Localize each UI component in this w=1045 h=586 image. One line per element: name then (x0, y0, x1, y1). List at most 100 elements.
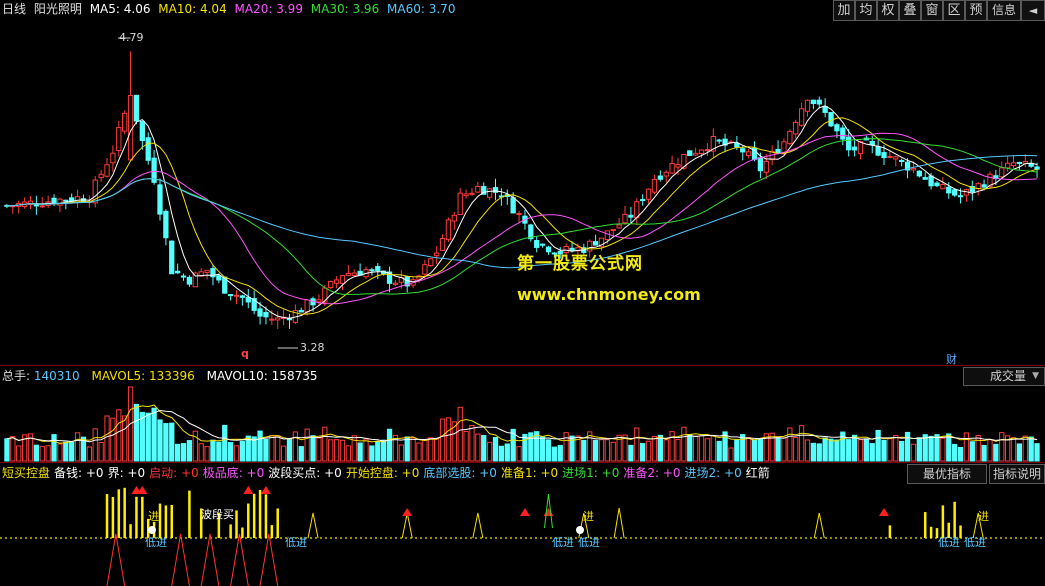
volume-bar (934, 434, 940, 462)
candle-body (869, 140, 875, 146)
volume-panel[interactable]: 总手: 140310 MAVOL5: 133396 MAVOL10: 15873… (0, 367, 1045, 463)
event-marker-q[interactable]: q (241, 347, 249, 360)
volume-bar (133, 403, 140, 462)
volume-bar (192, 430, 198, 462)
candle-body (763, 160, 769, 173)
signal-dijin-label: 低进 (964, 536, 986, 549)
forecast-button[interactable]: 预 (965, 0, 987, 21)
add-indicator-button[interactable]: 加 (833, 0, 855, 21)
volume-bar (863, 438, 869, 462)
red-arrow-icon (243, 486, 254, 494)
signal-jin-label: 进 (148, 510, 159, 523)
pink-wave-line (106, 533, 126, 586)
candle-body (651, 179, 658, 193)
best-indicator-button[interactable]: 最优指标 (907, 464, 987, 484)
volume-bar (645, 440, 652, 462)
candle-body (110, 152, 116, 164)
info-button[interactable]: 信息 (987, 0, 1021, 21)
volume-bar (151, 407, 157, 462)
indicator-help-button[interactable]: 指标说明 (989, 464, 1045, 484)
candle-body (33, 203, 40, 207)
candle-body (98, 173, 104, 179)
candle-body (857, 141, 864, 155)
candle-body (828, 112, 834, 127)
range-button[interactable]: 区 (943, 0, 965, 21)
candle-body (57, 198, 63, 206)
overlay-button[interactable]: 叠 (899, 0, 921, 21)
candle-body (51, 197, 57, 205)
volume-bar (316, 437, 322, 462)
candle-body (793, 121, 799, 135)
candle-body (804, 99, 811, 112)
volume-bar (693, 435, 699, 462)
candle-body (298, 309, 304, 313)
volume-bar (45, 445, 51, 462)
volume-indicator-select[interactable]: 成交量 ▼ (963, 367, 1045, 386)
volume-bar (881, 439, 887, 462)
rights-adjust-button[interactable]: 权 (877, 0, 899, 21)
candle-body (851, 146, 858, 151)
candle-body (186, 276, 193, 285)
candle-body (486, 188, 493, 198)
candle-body (457, 192, 463, 215)
finance-marker[interactable]: 财 (946, 351, 957, 367)
candle-body (469, 192, 475, 195)
indicator-panel[interactable]: 短买控盘 备钱: +0 界: +0 启动: +0 极品底: +0 波段买点: +0 开始控盘… (0, 464, 1045, 586)
candle-body (239, 295, 246, 298)
candle-body (663, 171, 669, 177)
volume-bar (687, 433, 693, 462)
candle-body (757, 157, 764, 172)
candle-body (675, 164, 681, 168)
volume-bar (899, 440, 905, 462)
volume-bar (310, 435, 316, 462)
volume-bar (516, 446, 522, 462)
volume-bar (734, 439, 740, 462)
volume-bar (551, 446, 558, 462)
volume-bar (504, 443, 510, 462)
volume-bar (198, 443, 204, 462)
volume-bar (704, 438, 711, 462)
signal-dot (148, 526, 156, 534)
volume-bar (145, 412, 151, 462)
indicator-legend-item: 波段买点: +0 (268, 466, 342, 480)
indicator-legend-item: 极品底: +0 (202, 466, 265, 480)
candle-body (952, 189, 958, 196)
volume-bar (816, 443, 822, 462)
volume-bar (940, 437, 946, 462)
candle-body (798, 108, 805, 126)
price-chart-panel[interactable]: 日线 阳光照明 MA5: 4.06 MA10: 4.04 MA20: 3.99 … (0, 0, 1045, 366)
average-line-button[interactable]: 均 (855, 0, 877, 21)
signal-dot (576, 526, 584, 534)
volume-bar (952, 443, 958, 462)
candle-body (322, 287, 328, 303)
candle-body (175, 270, 181, 274)
candle-body (687, 150, 693, 156)
volume-bar (86, 446, 92, 462)
ma5-readout: MA5: 4.06 (89, 2, 151, 16)
indicator-legend-item: 备钱: +0 (54, 466, 104, 480)
indicator-legend-item: 底部选股: +0 (423, 466, 497, 480)
candle-body (816, 99, 822, 105)
ma30-readout: MA30: 3.96 (310, 2, 380, 16)
volume-bar (457, 406, 463, 462)
candle-body (463, 193, 469, 197)
watermark-title: 第一股票公式网 (517, 254, 643, 274)
volume-bar (275, 435, 281, 462)
signal-triangle (401, 512, 413, 539)
candle-body (39, 205, 45, 208)
window-button[interactable]: 窗 (921, 0, 943, 21)
candle-body (163, 210, 169, 239)
volume-bar (204, 446, 210, 462)
candle-body (934, 182, 940, 187)
volume-bar (357, 442, 363, 462)
ma20-readout: MA20: 3.99 (234, 2, 303, 16)
candle-body (122, 112, 128, 132)
volume-bar (122, 415, 128, 462)
volume-bar (269, 435, 275, 462)
candle-body (846, 136, 852, 151)
collapse-arrow-icon[interactable]: ◄ (1021, 0, 1045, 21)
volume-bar (563, 432, 569, 462)
volume-bar (63, 441, 69, 462)
candle-body (745, 151, 752, 157)
volume-bar (304, 428, 310, 462)
